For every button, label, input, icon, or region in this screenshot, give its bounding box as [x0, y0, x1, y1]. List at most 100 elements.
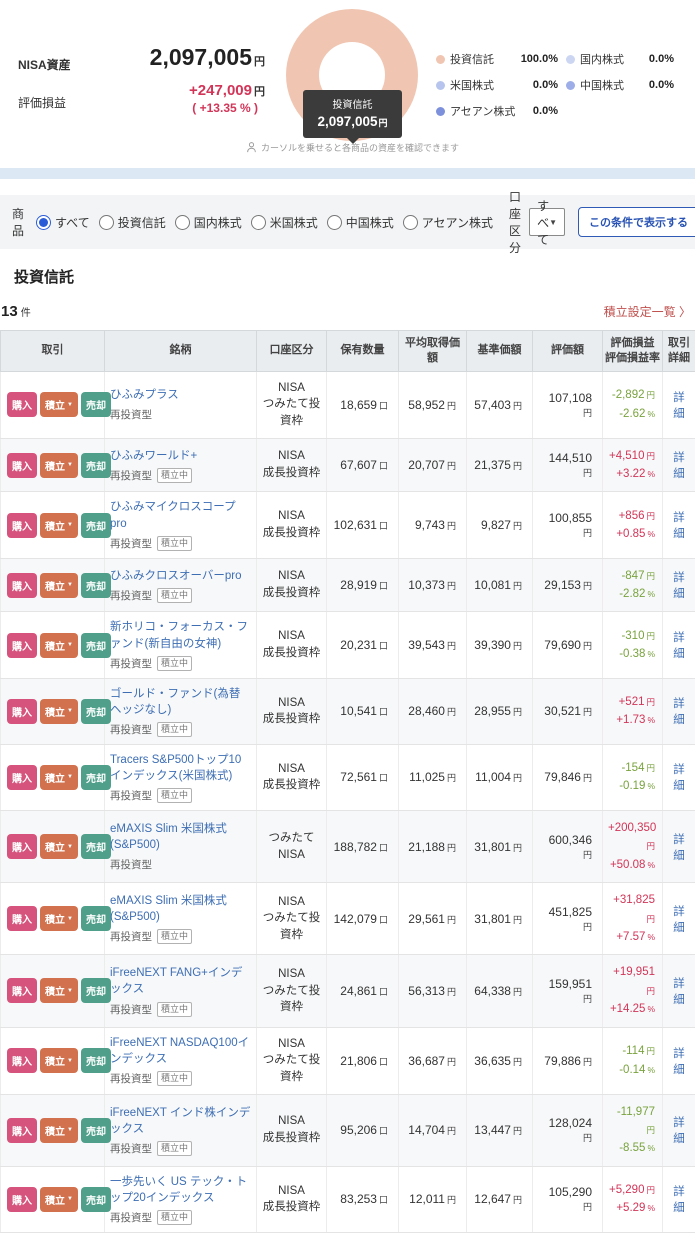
- product-radio-4[interactable]: 中国株式: [327, 214, 394, 231]
- market-value-cell: 107,108円: [533, 371, 603, 438]
- radio-input[interactable]: [175, 215, 190, 230]
- detail-link[interactable]: 詳細: [673, 512, 685, 540]
- fund-name-link[interactable]: iFreeNEXT NASDAQ100インデックス: [110, 1035, 251, 1067]
- sell-button[interactable]: 売却: [81, 765, 111, 790]
- sell-button[interactable]: 売却: [81, 1118, 111, 1143]
- chevron-down-icon: ▼: [67, 1058, 73, 1064]
- tsumitate-button[interactable]: 積立▼: [40, 978, 78, 1003]
- table-row: 購入 積立▼ 売却 ひふみプラス 再投資型 NISA つみたて投資枠 18,65…: [1, 371, 695, 438]
- buy-button[interactable]: 購入: [7, 765, 37, 790]
- fund-name-link[interactable]: Tracers S&P500トップ10インデックス(米国株式): [110, 752, 251, 784]
- sell-button[interactable]: 売却: [81, 392, 111, 417]
- apply-filter-button[interactable]: この条件で表示する: [578, 207, 695, 237]
- sell-button[interactable]: 売却: [81, 453, 111, 478]
- fund-name-link[interactable]: eMAXIS Slim 米国株式(S&P500): [110, 893, 251, 925]
- tsumitate-button[interactable]: 積立▼: [40, 1118, 78, 1143]
- avg-cost-cell: 11,025円: [399, 744, 467, 810]
- market-value-cell: 29,153円: [533, 558, 603, 612]
- fund-name-link[interactable]: ひふみマイクロスコープpro: [110, 499, 251, 531]
- detail-link[interactable]: 詳細: [673, 978, 685, 1006]
- tsumitate-button[interactable]: 積立▼: [40, 392, 78, 417]
- sell-button[interactable]: 売却: [81, 513, 111, 538]
- sell-button[interactable]: 売却: [81, 699, 111, 724]
- table-row: 購入 積立▼ 売却 ひふみワールド+ 再投資型 積立中 NISA 成長投資枠 6…: [1, 438, 695, 492]
- buy-button[interactable]: 購入: [7, 1118, 37, 1143]
- fund-name-link[interactable]: ひふみワールド+: [110, 448, 251, 464]
- radio-input[interactable]: [403, 215, 418, 230]
- sell-button[interactable]: 売却: [81, 573, 111, 598]
- sell-button[interactable]: 売却: [81, 978, 111, 1003]
- product-radio-3[interactable]: 米国株式: [251, 214, 318, 231]
- product-radio-5[interactable]: アセアン株式: [403, 214, 493, 231]
- nav-cell: 11,004円: [467, 744, 533, 810]
- fund-name-link[interactable]: ひふみクロスオーバーpro: [110, 568, 251, 584]
- tsumitate-button[interactable]: 積立▼: [40, 1048, 78, 1073]
- tsumitate-settings-link[interactable]: 積立設定一覧 〉: [604, 303, 691, 320]
- tsumitate-button[interactable]: 積立▼: [40, 906, 78, 931]
- radio-input[interactable]: [327, 215, 342, 230]
- tsumitate-button[interactable]: 積立▼: [40, 633, 78, 658]
- tsumitate-button[interactable]: 積立▼: [40, 699, 78, 724]
- tsumitate-button[interactable]: 積立▼: [40, 573, 78, 598]
- radio-input[interactable]: [99, 215, 114, 230]
- avg-cost-cell: 28,460円: [399, 678, 467, 744]
- chevron-down-icon: ▼: [67, 774, 73, 780]
- detail-link[interactable]: 詳細: [673, 1186, 685, 1214]
- buy-button[interactable]: 購入: [7, 633, 37, 658]
- buy-button[interactable]: 購入: [7, 392, 37, 417]
- detail-link[interactable]: 詳細: [673, 632, 685, 660]
- detail-link[interactable]: 詳細: [673, 764, 685, 792]
- buy-button[interactable]: 購入: [7, 906, 37, 931]
- product-radio-2[interactable]: 国内株式: [175, 214, 242, 231]
- profit-loss-cell: -114円 -0.14%: [603, 1027, 663, 1094]
- buy-button[interactable]: 購入: [7, 573, 37, 598]
- detail-link[interactable]: 詳細: [673, 834, 685, 862]
- account-type-select[interactable]: すべて ▼: [529, 208, 565, 236]
- tsumitate-button[interactable]: 積立▼: [40, 1187, 78, 1212]
- fund-name-link[interactable]: ひふみプラス: [110, 387, 251, 403]
- detail-cell: 詳細: [663, 558, 695, 612]
- sell-button[interactable]: 売却: [81, 834, 111, 859]
- buy-button[interactable]: 購入: [7, 699, 37, 724]
- buy-button[interactable]: 購入: [7, 1048, 37, 1073]
- table-row: 購入 積立▼ 売却 iFreeNEXT FANG+インデックス 再投資型 積立中…: [1, 955, 695, 1027]
- detail-link[interactable]: 詳細: [673, 392, 685, 420]
- fund-name-link[interactable]: ゴールド・ファンド(為替ヘッジなし): [110, 686, 251, 718]
- product-radio-0[interactable]: すべて: [36, 214, 90, 231]
- sell-button[interactable]: 売却: [81, 633, 111, 658]
- detail-link[interactable]: 詳細: [673, 906, 685, 934]
- product-radio-1[interactable]: 投資信託: [99, 214, 166, 231]
- quantity-cell: 24,861口: [327, 955, 399, 1027]
- radio-input[interactable]: [36, 215, 51, 230]
- legend-item: 中国株式0.0%: [566, 77, 674, 93]
- sell-button[interactable]: 売却: [81, 906, 111, 931]
- buy-button[interactable]: 購入: [7, 453, 37, 478]
- tsumitate-button[interactable]: 積立▼: [40, 453, 78, 478]
- fund-name-link[interactable]: 一歩先いく US テック・トップ20インデックス: [110, 1174, 251, 1206]
- detail-cell: 詳細: [663, 1166, 695, 1232]
- detail-link[interactable]: 詳細: [673, 452, 685, 480]
- sell-button[interactable]: 売却: [81, 1048, 111, 1073]
- buy-button[interactable]: 購入: [7, 513, 37, 538]
- radio-input[interactable]: [251, 215, 266, 230]
- nav-cell: 31,801円: [467, 883, 533, 955]
- profit-loss-cell: +521円 +1.73%: [603, 678, 663, 744]
- detail-link[interactable]: 詳細: [673, 572, 685, 600]
- fund-name-link[interactable]: iFreeNEXT インド株インデックス: [110, 1105, 251, 1137]
- tsumitate-button[interactable]: 積立▼: [40, 765, 78, 790]
- fund-name-link[interactable]: 新ホリコ・フォーカス・ファンド(新自由の女神): [110, 619, 251, 651]
- tsumitate-button[interactable]: 積立▼: [40, 834, 78, 859]
- fund-name-link[interactable]: iFreeNEXT FANG+インデックス: [110, 965, 251, 997]
- detail-link[interactable]: 詳細: [673, 1117, 685, 1145]
- fund-name-link[interactable]: eMAXIS Slim 米国株式(S&P500): [110, 821, 251, 853]
- detail-link[interactable]: 詳細: [673, 1048, 685, 1076]
- quantity-cell: 72,561口: [327, 744, 399, 810]
- buy-button[interactable]: 購入: [7, 834, 37, 859]
- detail-link[interactable]: 詳細: [673, 698, 685, 726]
- sell-button[interactable]: 売却: [81, 1187, 111, 1212]
- tsumitate-button[interactable]: 積立▼: [40, 513, 78, 538]
- buy-button[interactable]: 購入: [7, 1187, 37, 1212]
- buy-button[interactable]: 購入: [7, 978, 37, 1003]
- profit-loss-cell: +31,825円 +7.57%: [603, 883, 663, 955]
- filter-bar: 商品 すべて投資信託国内株式米国株式中国株式アセアン株式 口座区分 すべて ▼ …: [0, 195, 695, 249]
